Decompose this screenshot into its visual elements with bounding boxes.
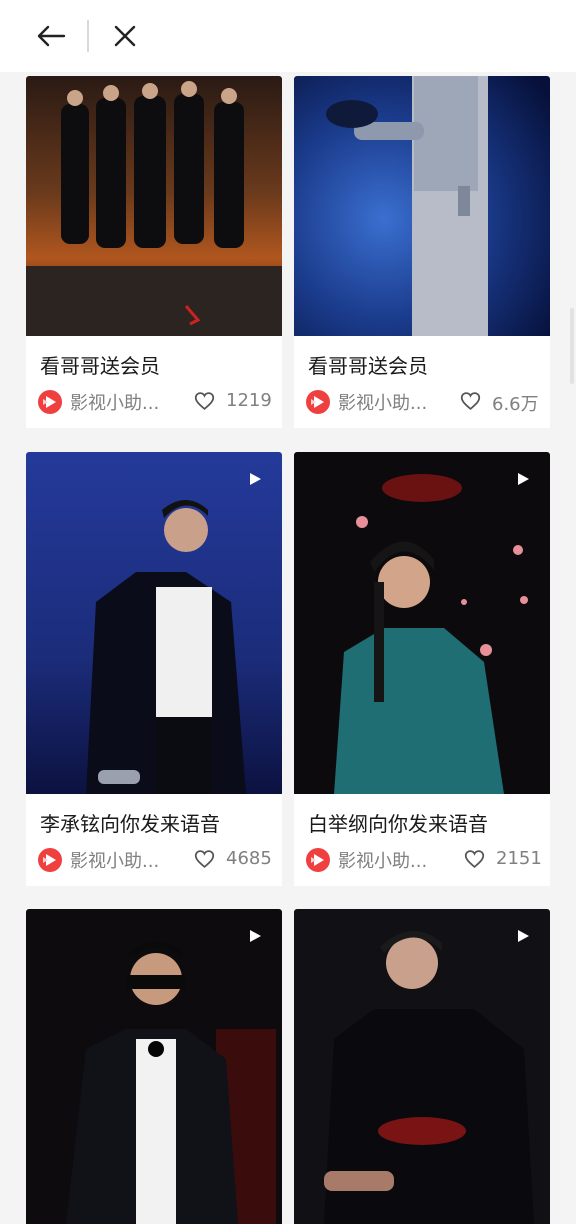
card-thumbnail[interactable] xyxy=(26,452,282,794)
card-title: 看哥哥送会员 xyxy=(40,354,160,378)
card-meta: 影视小助... 2151 xyxy=(306,846,542,873)
back-button[interactable] xyxy=(29,14,73,58)
thumbnail-image xyxy=(26,452,282,794)
card-title: 李承铉向你发来语音 xyxy=(40,812,220,836)
heart-icon[interactable] xyxy=(464,849,485,869)
play-icon xyxy=(518,473,529,485)
app-logo-icon xyxy=(38,390,62,414)
card-title: 看哥哥送会员 xyxy=(308,354,428,378)
like-count: 6.6万 xyxy=(492,394,539,415)
thumbnail-image xyxy=(294,909,550,1224)
card-thumbnail[interactable] xyxy=(294,909,550,1224)
feed-card[interactable]: 李承铉向你发来语音 影视小助... 4685 xyxy=(26,452,282,886)
card-title: 白举纲向你发来语音 xyxy=(308,812,488,836)
app-logo-icon xyxy=(306,848,330,872)
card-author[interactable]: 影视小助... xyxy=(338,389,427,415)
play-icon xyxy=(250,473,261,485)
like-count: 1219 xyxy=(226,390,272,411)
card-thumbnail[interactable] xyxy=(26,76,282,336)
feed-card[interactable] xyxy=(294,909,550,1224)
thumbnail-image xyxy=(294,452,550,794)
top-bar xyxy=(0,0,576,72)
app-logo-icon xyxy=(306,390,330,414)
arrow-left-icon xyxy=(37,25,66,47)
card-thumbnail[interactable] xyxy=(294,76,550,336)
card-author[interactable]: 影视小助... xyxy=(70,389,159,415)
thumbnail-image xyxy=(26,76,282,336)
feed-card[interactable]: 白举纲向你发来语音 影视小助... 2151 xyxy=(294,452,550,886)
thumbnail-image xyxy=(26,909,282,1224)
close-button[interactable] xyxy=(103,14,147,58)
heart-icon[interactable] xyxy=(194,849,215,869)
feed-card[interactable] xyxy=(26,909,282,1224)
heart-icon[interactable] xyxy=(460,391,481,411)
card-thumbnail[interactable] xyxy=(294,452,550,794)
play-icon xyxy=(518,930,529,942)
scroll-indicator[interactable] xyxy=(570,308,574,384)
card-meta: 影视小助... 1219 xyxy=(38,388,272,415)
card-thumbnail[interactable] xyxy=(26,909,282,1224)
app-logo-icon xyxy=(38,848,62,872)
like-count: 2151 xyxy=(496,848,542,869)
thumbnail-image xyxy=(294,76,550,336)
close-icon xyxy=(114,25,136,47)
feed-card[interactable]: 看哥哥送会员 影视小助... 1219 xyxy=(26,76,282,428)
nav-divider xyxy=(87,20,89,52)
play-icon xyxy=(250,930,261,942)
card-meta: 影视小助... 4685 xyxy=(38,846,272,873)
card-author[interactable]: 影视小助... xyxy=(338,847,427,873)
feed-card[interactable]: 看哥哥送会员 影视小助... 6.6万 xyxy=(294,76,550,428)
heart-icon[interactable] xyxy=(194,391,215,411)
like-count: 4685 xyxy=(226,848,272,869)
card-meta: 影视小助... 6.6万 xyxy=(306,388,539,415)
card-author[interactable]: 影视小助... xyxy=(70,847,159,873)
